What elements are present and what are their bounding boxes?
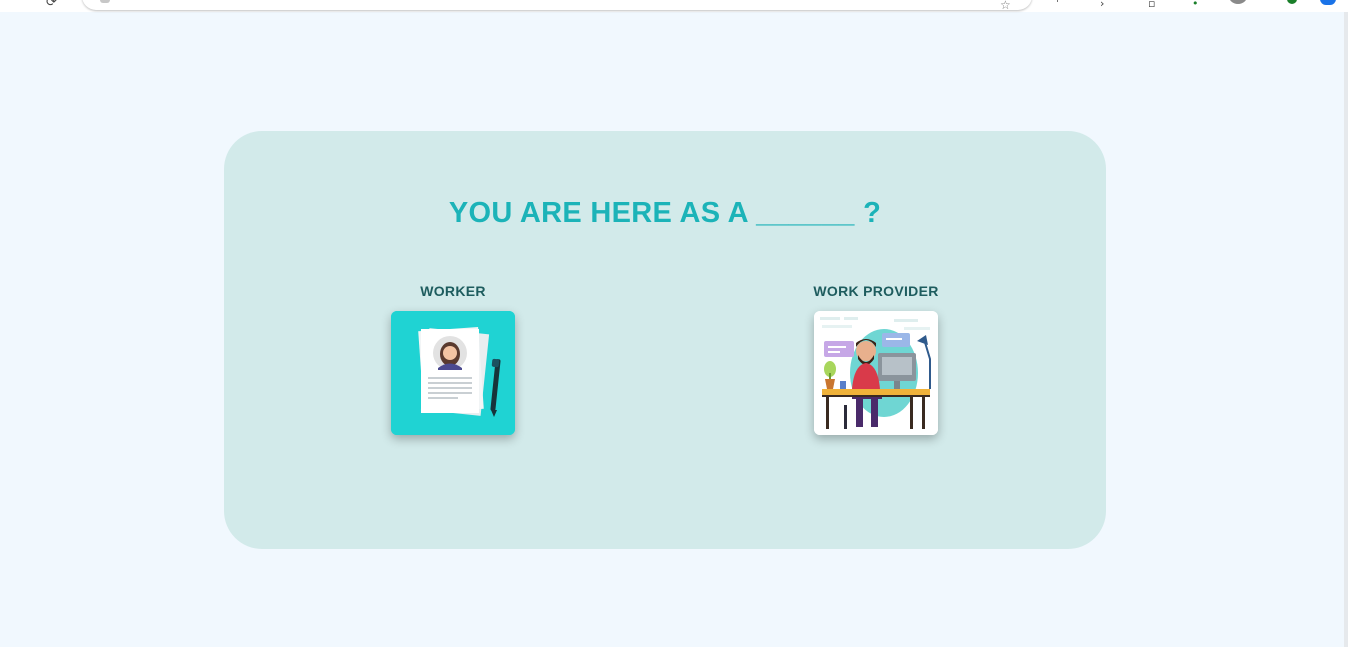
site-info-icon[interactable] — [100, 0, 110, 3]
role-question-heading: YOU ARE HERE AS A ______ ? — [448, 197, 882, 229]
role-selection-panel: YOU ARE HERE AS A ______ ? WORKER WORK P… — [224, 131, 1106, 549]
arrow-icon[interactable]: › — [1100, 0, 1104, 10]
reload-icon[interactable]: ⟳ — [46, 0, 57, 10]
work-provider-option-tile[interactable] — [814, 311, 938, 435]
work-provider-option-label: WORK PROVIDER — [813, 283, 939, 299]
page-scrollbar[interactable] — [1344, 12, 1348, 647]
shield-icon[interactable]: • — [1192, 0, 1199, 10]
tab-icon[interactable]: ▫ — [1148, 0, 1155, 10]
profile-avatar[interactable] — [1228, 0, 1248, 4]
person-at-desk-illustration — [814, 311, 938, 435]
work-provider-option[interactable]: WORK PROVIDER — [796, 283, 956, 435]
address-bar[interactable] — [82, 0, 1032, 10]
bookmark-star-icon[interactable]: ☆ — [1000, 0, 1011, 12]
extension-icon[interactable]: ˈ — [1056, 0, 1059, 10]
blue-extension-icon[interactable] — [1320, 0, 1336, 5]
browser-toolbar: ⟳ ☆ ˈ › ▫ • — [0, 0, 1348, 12]
worker-option[interactable]: WORKER — [373, 283, 533, 435]
green-extension-icon[interactable] — [1287, 0, 1297, 4]
resume-document-icon — [391, 311, 515, 435]
worker-option-label: WORKER — [420, 283, 486, 299]
worker-option-tile[interactable] — [391, 311, 515, 435]
